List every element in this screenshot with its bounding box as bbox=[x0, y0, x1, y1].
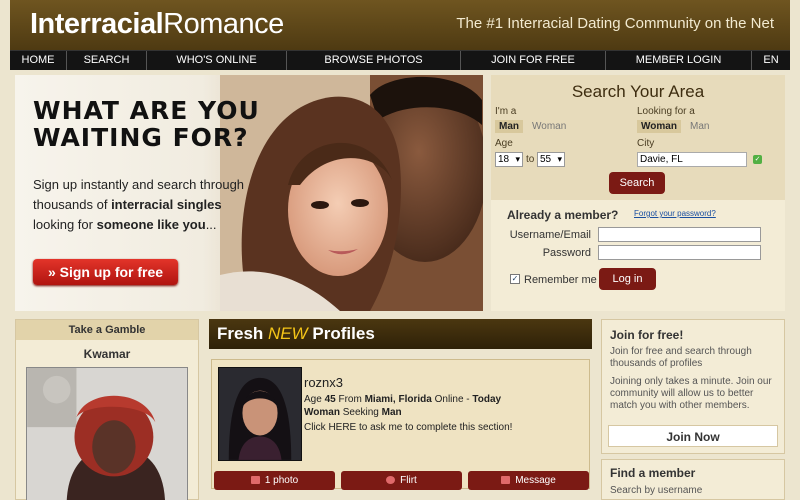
take-a-gamble-header[interactable]: Take a Gamble bbox=[16, 320, 198, 340]
username-input[interactable] bbox=[598, 227, 761, 242]
profile-from-prefix: From bbox=[335, 394, 365, 405]
im-a-label: I'm a bbox=[495, 106, 517, 117]
site-header: InterracialRomance The #1 Interracial Da… bbox=[10, 0, 790, 50]
join-text-1: Join for free and search through thousan… bbox=[610, 346, 752, 369]
nav-search[interactable]: SEARCH bbox=[67, 51, 147, 70]
find-member-panel: Find a member Search by username bbox=[601, 459, 785, 500]
password-input[interactable] bbox=[598, 245, 761, 260]
join-text-2: Joining only takes a minute. Join our co… bbox=[610, 376, 772, 411]
forgot-password-link[interactable]: Forgot your password? bbox=[634, 209, 716, 218]
fresh-profiles-header: Fresh NEW Profiles bbox=[209, 319, 592, 349]
remember-me-label: Remember me bbox=[524, 274, 597, 286]
site-logo[interactable]: InterracialRomance bbox=[30, 8, 284, 41]
profile-online-prefix: Online - bbox=[431, 394, 473, 405]
fresh-title-b: Profiles bbox=[307, 324, 375, 343]
hero-sub-text-3: ... bbox=[205, 217, 217, 232]
profile-seeking: Woman Seeking Man bbox=[304, 407, 402, 418]
join-now-button[interactable]: Join Now bbox=[608, 425, 778, 447]
nav-member-login[interactable]: MEMBER LOGIN bbox=[606, 51, 752, 70]
hero-sub-text-2: looking for bbox=[33, 217, 97, 232]
looking-man-option[interactable]: Man bbox=[686, 120, 713, 133]
nav-whos-online[interactable]: WHO'S ONLINE bbox=[147, 51, 287, 70]
age-to-label: to bbox=[526, 154, 535, 165]
city-valid-check-icon: ✓ bbox=[753, 155, 762, 164]
message-button-label: Message bbox=[515, 475, 556, 486]
profile-seeking-gender: Man bbox=[381, 407, 402, 418]
nav-join-free[interactable]: JOIN FOR FREE bbox=[461, 51, 606, 70]
join-title: Join for free! bbox=[610, 328, 684, 342]
hero-subtext: Sign up instantly and search through tho… bbox=[33, 175, 253, 235]
looking-woman-option[interactable]: Woman bbox=[637, 120, 681, 133]
member-title: Already a member? bbox=[507, 208, 619, 222]
username-label: Username/Email bbox=[509, 229, 591, 241]
login-button[interactable]: Log in bbox=[599, 268, 656, 290]
age-min-select[interactable]: 18 bbox=[495, 152, 523, 167]
nav-browse-photos[interactable]: BROWSE PHOTOS bbox=[287, 51, 461, 70]
profile-online: Today bbox=[472, 394, 502, 405]
signup-button[interactable]: » Sign up for free bbox=[33, 259, 178, 285]
nav-home[interactable]: HOME bbox=[10, 51, 67, 70]
gamble-member-photo[interactable] bbox=[26, 367, 188, 500]
looking-for-label: Looking for a bbox=[637, 106, 695, 117]
profile-card: roznx3 Age 45 From Miami, Florida Online… bbox=[211, 359, 590, 490]
flirt-button-label: Flirt bbox=[400, 475, 417, 486]
find-member-title: Find a member bbox=[610, 466, 696, 480]
hero-headline: WHAT ARE YOU WAITING FOR? bbox=[33, 96, 260, 152]
fresh-profiles-panel: Fresh NEW Profiles roznx3 Age 45 From Mi… bbox=[209, 319, 592, 500]
remember-me-checkbox[interactable]: ✓ bbox=[510, 274, 520, 284]
flirt-button[interactable]: Flirt bbox=[341, 471, 462, 490]
logo-bold: Interracial bbox=[30, 8, 164, 40]
profile-gender: Woman bbox=[304, 407, 340, 418]
photo-icon bbox=[250, 476, 260, 484]
password-label: Password bbox=[542, 247, 591, 259]
logo-rest: Romance bbox=[163, 8, 284, 40]
join-free-panel: Join for free! Join for free and search … bbox=[601, 319, 785, 454]
search-area-box: Search Your Area I'm a Man Woman Looking… bbox=[491, 75, 785, 200]
message-icon bbox=[501, 476, 511, 484]
im-a-woman-option[interactable]: Woman bbox=[528, 120, 570, 133]
age-label: Age bbox=[495, 138, 513, 149]
city-label: City bbox=[637, 138, 655, 149]
profile-seeking-word: Seeking bbox=[339, 407, 382, 418]
fresh-title-a: Fresh bbox=[217, 324, 269, 343]
city-input[interactable] bbox=[637, 152, 747, 167]
fresh-title-new: NEW bbox=[268, 324, 308, 343]
profile-username[interactable]: roznx3 bbox=[304, 375, 343, 390]
profile-age: 45 bbox=[324, 394, 336, 405]
photos-button-label: 1 photo bbox=[264, 475, 299, 486]
hero-banner: WHAT ARE YOU WAITING FOR? Sign up instan… bbox=[15, 75, 483, 311]
search-button[interactable]: Search bbox=[609, 172, 665, 194]
message-button[interactable]: Message bbox=[468, 471, 589, 490]
im-a-man-option[interactable]: Man bbox=[495, 120, 523, 133]
find-member-subtext: Search by username bbox=[610, 485, 703, 496]
profile-age-location: Age 45 From Miami, Florida Online - Toda… bbox=[304, 394, 501, 405]
profile-age-prefix: Age bbox=[304, 394, 325, 405]
hero-sub-bold-2: someone like you bbox=[96, 217, 206, 232]
search-login-panel: Search Your Area I'm a Man Woman Looking… bbox=[491, 75, 785, 311]
gamble-member-name[interactable]: Kwamar bbox=[16, 347, 198, 361]
search-title: Search Your Area bbox=[571, 82, 705, 101]
nav-language[interactable]: EN bbox=[752, 51, 790, 70]
site-tagline: The #1 Interracial Dating Community on t… bbox=[456, 15, 774, 32]
age-max-select[interactable]: 55 bbox=[537, 152, 565, 167]
profile-photo[interactable] bbox=[218, 367, 302, 461]
profile-blurb[interactable]: Click HERE to ask me to complete this se… bbox=[304, 422, 512, 433]
profile-location: Miami, Florida bbox=[364, 394, 432, 405]
flirt-bubble-icon bbox=[386, 476, 396, 484]
main-nav: HOME SEARCH WHO'S ONLINE BROWSE PHOTOS J… bbox=[10, 50, 790, 70]
take-a-gamble-panel: Take a Gamble Kwamar bbox=[15, 319, 199, 500]
photos-button[interactable]: 1 photo bbox=[214, 471, 335, 490]
hero-sub-bold-1: interracial singles bbox=[111, 197, 222, 212]
